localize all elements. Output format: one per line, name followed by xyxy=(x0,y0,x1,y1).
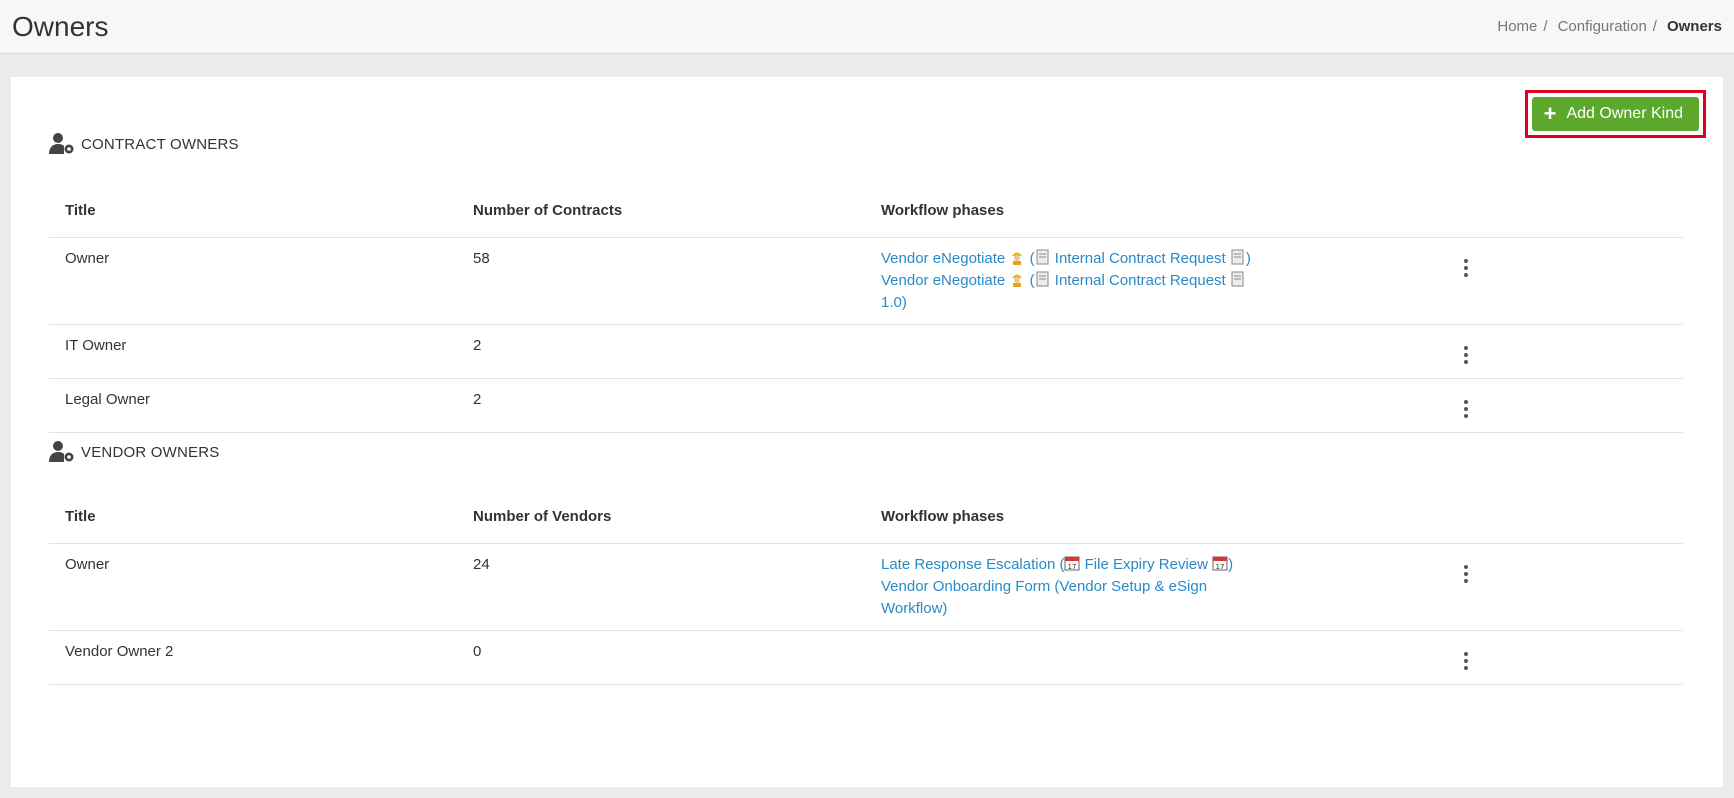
row-actions xyxy=(1442,378,1683,433)
vendor-owners-heading: VENDOR OWNERS xyxy=(49,440,219,464)
breadcrumb-separator: / xyxy=(1652,18,1657,35)
svg-text:17: 17 xyxy=(1068,563,1077,571)
workflow-link[interactable]: Internal Contract Request xyxy=(1055,272,1226,289)
table-row: Owner 58 Vendor eNegotiate ( Internal Co… xyxy=(49,237,1683,325)
owner-title: IT Owner xyxy=(49,324,457,379)
content-panel: + Add Owner Kind CONTRACT OWNERS Title N… xyxy=(11,77,1723,787)
kebab-menu-icon[interactable] xyxy=(1458,255,1474,281)
workflow-paren: ) xyxy=(1245,250,1251,267)
workflow-phases-cell xyxy=(865,630,1442,685)
workflow-line: Vendor eNegotiate ( Internal Contract Re… xyxy=(881,248,1426,270)
workflow-line: Vendor eNegotiate ( Internal Contract Re… xyxy=(881,270,1426,314)
vendor-owners-title: VENDOR OWNERS xyxy=(81,443,220,461)
breadcrumb-current: Owners xyxy=(1666,18,1722,35)
column-title[interactable]: Title xyxy=(49,489,457,544)
workflow-link[interactable]: Late Response Escalation xyxy=(881,556,1055,573)
column-workflow-phases[interactable]: Workflow phases xyxy=(865,489,1442,544)
workflow-phases-cell: Vendor eNegotiate ( Internal Contract Re… xyxy=(865,237,1442,325)
plus-icon: + xyxy=(1543,101,1557,126)
owner-count: 2 xyxy=(457,378,865,433)
owner-title: Owner xyxy=(49,543,457,631)
table-header-row: Title Number of Vendors Workflow phases xyxy=(49,489,1683,544)
workflow-paren: ( xyxy=(1025,250,1035,267)
row-actions xyxy=(1442,543,1683,631)
kebab-menu-icon[interactable] xyxy=(1458,396,1474,422)
document-icon xyxy=(1035,271,1051,287)
row-actions xyxy=(1442,324,1683,379)
column-actions xyxy=(1442,183,1683,238)
owner-title: Legal Owner xyxy=(49,378,457,433)
contract-owners-table: Title Number of Contracts Workflow phase… xyxy=(49,183,1683,433)
workflow-line: Late Response Escalation ( 17 File Expir… xyxy=(881,555,1234,573)
table-row: Owner 24 Late Response Escalation ( 17 F… xyxy=(49,543,1683,631)
owner-count: 2 xyxy=(457,324,865,379)
workflow-line: Vendor Onboarding Form (Vendor Setup & e… xyxy=(881,576,1211,620)
workflow-link[interactable]: Vendor eNegotiate xyxy=(881,250,1005,267)
document-icon xyxy=(1230,249,1246,265)
add-owner-kind-label: Add Owner Kind xyxy=(1566,105,1683,122)
workflow-phases-cell: Late Response Escalation ( 17 File Expir… xyxy=(865,543,1442,631)
breadcrumb-configuration[interactable]: Configuration xyxy=(1558,18,1647,35)
row-actions xyxy=(1442,630,1683,685)
row-actions xyxy=(1442,237,1683,325)
owner-title: Owner xyxy=(49,237,457,325)
user-gear-icon xyxy=(49,441,74,462)
owner-count: 58 xyxy=(457,237,865,325)
column-workflow-phases[interactable]: Workflow phases xyxy=(865,183,1442,238)
workflow-phases-cell xyxy=(865,324,1442,379)
kebab-menu-icon[interactable] xyxy=(1458,561,1474,587)
column-title[interactable]: Title xyxy=(49,183,457,238)
user-gear-icon xyxy=(49,133,74,154)
kebab-menu-icon[interactable] xyxy=(1458,648,1474,674)
calendar-icon: 17 xyxy=(1064,555,1080,571)
workflow-version: 1.0) xyxy=(881,294,907,311)
vendor-owners-table: Title Number of Vendors Workflow phases … xyxy=(49,489,1683,685)
breadcrumb-home[interactable]: Home xyxy=(1497,18,1537,35)
add-owner-kind-button[interactable]: + Add Owner Kind xyxy=(1531,97,1699,131)
top-bar: Owners Home / Configuration / Owners xyxy=(0,0,1734,54)
workflow-link[interactable]: Vendor eNegotiate xyxy=(881,272,1005,289)
workflow-link[interactable]: File Expiry Review xyxy=(1085,556,1208,573)
table-row: Legal Owner 2 xyxy=(49,378,1683,433)
owner-title: Vendor Owner 2 xyxy=(49,630,457,685)
page-title: Owners xyxy=(12,10,109,42)
kebab-menu-icon[interactable] xyxy=(1458,342,1474,368)
document-icon xyxy=(1035,249,1051,265)
owner-count: 24 xyxy=(457,543,865,631)
column-number-of-contracts[interactable]: Number of Contracts xyxy=(457,183,865,238)
table-row: IT Owner 2 xyxy=(49,324,1683,379)
document-icon xyxy=(1230,271,1246,287)
worker-icon xyxy=(1009,249,1025,265)
contract-owners-title: CONTRACT OWNERS xyxy=(81,135,239,153)
workflow-link[interactable]: Internal Contract Request xyxy=(1055,250,1226,267)
owner-count: 0 xyxy=(457,630,865,685)
table-row: Vendor Owner 2 0 xyxy=(49,630,1683,685)
workflow-paren: ( xyxy=(1025,272,1035,289)
svg-text:17: 17 xyxy=(1216,563,1225,571)
worker-icon xyxy=(1009,271,1025,287)
breadcrumb: Home / Configuration / Owners xyxy=(1497,18,1722,35)
table-header-row: Title Number of Contracts Workflow phase… xyxy=(49,183,1683,238)
column-number-of-vendors[interactable]: Number of Vendors xyxy=(457,489,865,544)
column-actions xyxy=(1442,489,1683,544)
workflow-link[interactable]: Vendor Onboarding Form (Vendor Setup & e… xyxy=(881,578,1207,617)
workflow-phases-cell xyxy=(865,378,1442,433)
contract-owners-heading: CONTRACT OWNERS xyxy=(49,132,239,156)
add-button-highlight: + Add Owner Kind xyxy=(1524,90,1706,138)
breadcrumb-separator: / xyxy=(1543,18,1548,35)
calendar-icon: 17 xyxy=(1212,555,1228,571)
